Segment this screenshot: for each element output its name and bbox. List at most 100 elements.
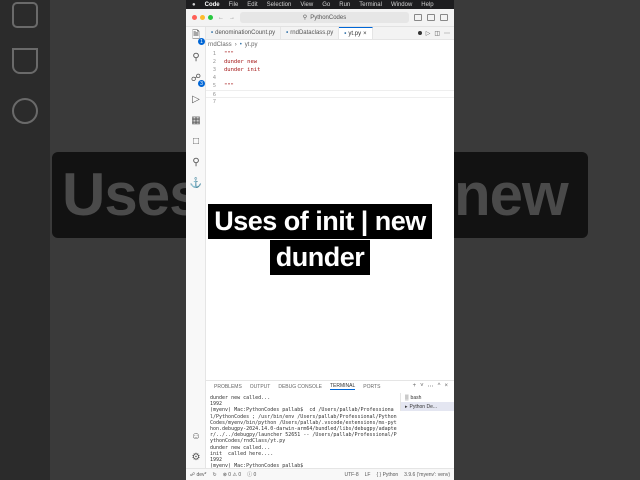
remote-explorer-icon[interactable]: □ (190, 135, 202, 147)
menu-view[interactable]: View (300, 2, 313, 8)
customize-layout-icon[interactable] (440, 14, 448, 21)
toggle-panel-icon[interactable] (427, 14, 435, 21)
toggle-sidebar-icon[interactable] (414, 14, 422, 21)
explorer-icon[interactable]: 🗎 1 (190, 30, 205, 45)
menu-selection[interactable]: Selection (267, 2, 292, 8)
terminal-item-bash[interactable]: ▒ bash (401, 393, 454, 402)
terminal-output[interactable]: dunder new called... 1992 (myenv) Mac:Py… (210, 395, 398, 469)
background-remote-icon (12, 2, 38, 28)
menu-edit[interactable]: Edit (247, 2, 257, 8)
tab-terminal[interactable]: TERMINAL (329, 383, 356, 390)
menu-file[interactable]: File (229, 2, 239, 8)
testing-flask-icon[interactable]: ⚲ (190, 156, 202, 168)
background-flask-icon (12, 48, 38, 74)
tab-rnddataclass[interactable]: • rndDataclass.py (281, 27, 340, 39)
title-bar: ← → ⚲ PythonCodes (186, 9, 454, 27)
branch-status[interactable]: ☍ dev* (190, 472, 206, 478)
forward-arrow-icon[interactable]: → (229, 15, 235, 21)
tab-yt[interactable]: • yt.py × (339, 27, 373, 39)
tab-label: denominationCount.py (215, 30, 276, 36)
terminal-item-python-debug[interactable]: ▸ Python De... (401, 402, 454, 411)
tab-ports[interactable]: PORTS (363, 384, 380, 390)
code-line: 4 (212, 75, 216, 81)
unsaved-dot-icon (417, 31, 422, 35)
tab-denominationcount[interactable]: • denominationCount.py (206, 27, 282, 39)
close-tab-icon[interactable]: × (363, 31, 367, 37)
mac-menubar: ● Code File Edit Selection View Go Run T… (186, 0, 454, 9)
maximize-panel-icon[interactable]: ^ (438, 383, 441, 390)
python-file-icon: • (344, 30, 347, 37)
branch-icon: ☍ (190, 471, 196, 478)
bottom-panel: PROBLEMS OUTPUT DEBUG CONSOLE TERMINAL P… (206, 380, 454, 469)
split-editor-icon[interactable]: ◫ (434, 30, 440, 37)
breadcrumb-file[interactable]: yt.py (245, 42, 258, 48)
zoom-window-button[interactable] (208, 15, 213, 20)
source-control-badge: 3 (198, 80, 205, 87)
apple-icon[interactable]: ● (192, 2, 196, 8)
code-line: 7 (212, 99, 216, 105)
menu-go[interactable]: Go (322, 2, 330, 8)
status-bar: ☍ dev* ↻ ⊗ 0 ⚠ 0 ⓘ 0 UTF-8 LF { } Python… (186, 468, 454, 480)
problems-status[interactable]: ⊗ 0 ⚠ 0 (223, 472, 241, 478)
code-line: 5 """ (212, 83, 234, 89)
settings-gear-icon[interactable]: ⚙ (190, 451, 202, 463)
window-controls (192, 15, 213, 20)
caption-line-2-wrap: dunder (0, 240, 640, 275)
source-control-icon[interactable]: ☍ 3 (190, 72, 205, 87)
tab-output[interactable]: OUTPUT (250, 384, 271, 390)
eol-status[interactable]: LF (365, 472, 371, 478)
status-right: UTF-8 LF { } Python 3.9.6 ('myenv': venv… (344, 472, 450, 478)
close-panel-icon[interactable]: × (444, 383, 448, 390)
command-center-search[interactable]: ⚲ PythonCodes (240, 12, 409, 23)
panel-tabs: PROBLEMS OUTPUT DEBUG CONSOLE TERMINAL P… (206, 381, 454, 392)
language-status[interactable]: { } Python (376, 472, 398, 478)
search-view-icon[interactable]: ⚲ (190, 51, 202, 63)
code-line: 3 dunder init (212, 67, 261, 73)
docker-icon[interactable]: ⚓ (190, 177, 202, 189)
interpreter-status[interactable]: 3.9.6 ('myenv': venv) (404, 472, 450, 478)
menu-app[interactable]: Code (205, 2, 220, 8)
editor-tabs: • denominationCount.py • rndDataclass.py •… (206, 27, 454, 40)
back-arrow-icon[interactable]: ← (218, 15, 224, 21)
python-file-icon: • (211, 30, 214, 36)
tab-actions: ▷ ◫ ⋯ (417, 27, 454, 39)
breadcrumb-folder[interactable]: rndClass (208, 42, 232, 48)
background-docker-icon (12, 98, 38, 124)
run-debug-icon[interactable]: ▷ (190, 93, 202, 105)
panel-actions: + ˅ ⋯ ^ × (413, 383, 454, 390)
tab-label: rndDataclass.py (290, 30, 334, 36)
python-file-icon: • (286, 30, 289, 36)
caption-line-1: Uses of init | new (208, 204, 432, 239)
menu-help[interactable]: Help (421, 2, 433, 8)
breadcrumb: rndClass › • yt.py (208, 42, 257, 48)
chevron-down-icon[interactable]: ˅ (420, 383, 424, 390)
terminal-icon: ▒ (405, 394, 409, 401)
code-line: 1 """ (212, 51, 234, 57)
menu-window[interactable]: Window (391, 2, 412, 8)
info-status[interactable]: ⓘ 0 (247, 471, 256, 478)
extensions-icon[interactable]: ▦ (190, 114, 202, 126)
more-actions-icon[interactable]: ⋯ (444, 30, 450, 37)
python-file-icon: • (239, 42, 242, 48)
account-icon[interactable]: ☺ (190, 430, 202, 442)
new-terminal-icon[interactable]: + (413, 383, 417, 390)
terminal-list: ▒ bash ▸ Python De... (400, 393, 454, 411)
tab-label: yt.py (348, 30, 362, 37)
sync-icon[interactable]: ↻ (212, 472, 216, 478)
encoding-status[interactable]: UTF-8 (344, 472, 358, 478)
menu-terminal[interactable]: Terminal (359, 2, 382, 8)
debug-icon: ▸ (405, 403, 408, 410)
tab-problems[interactable]: PROBLEMS (214, 384, 242, 390)
close-window-button[interactable] (192, 15, 197, 20)
search-label: PythonCodes (310, 14, 347, 21)
run-python-icon[interactable]: ▷ (426, 30, 431, 37)
explorer-badge: 1 (198, 38, 205, 45)
chevron-right-icon: › (234, 42, 237, 48)
tab-debug-console[interactable]: DEBUG CONSOLE (278, 384, 322, 390)
code-line-current: 6 (206, 90, 454, 98)
minimize-window-button[interactable] (200, 15, 205, 20)
code-line: 2 dunder new (212, 59, 258, 65)
more-actions-icon[interactable]: ⋯ (428, 383, 434, 390)
search-icon: ⚲ (302, 15, 308, 21)
menu-run[interactable]: Run (339, 2, 350, 8)
